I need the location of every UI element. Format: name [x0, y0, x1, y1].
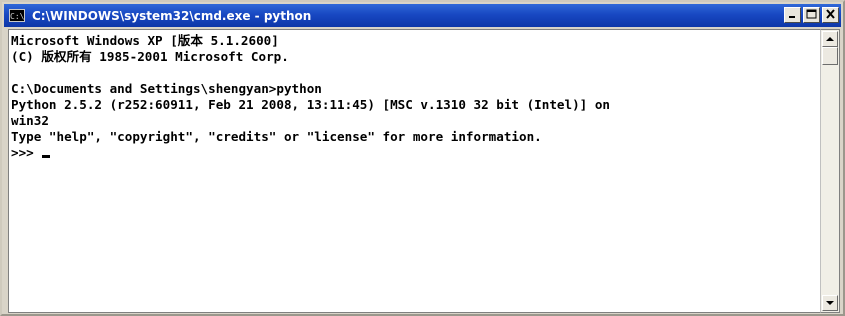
minimize-icon	[789, 16, 795, 18]
console-line: Type "help", "copyright", "credits" or "…	[11, 129, 542, 144]
console-line: Microsoft Windows XP [版本 5.1.2600]	[11, 33, 279, 48]
close-icon	[826, 9, 835, 19]
text-cursor	[42, 155, 51, 158]
window-controls	[784, 7, 839, 23]
window-title: C:\WINDOWS\system32\cmd.exe - python	[32, 8, 312, 23]
cmd-window: C:\ C:\WINDOWS\system32\cmd.exe - python…	[0, 0, 845, 316]
console-line: win32	[11, 113, 49, 128]
console-text: Microsoft Windows XP [版本 5.1.2600] (C) 版权…	[9, 30, 820, 161]
scroll-down-arrow-icon	[826, 301, 834, 305]
console-line: C:\Documents and Settings\shengyan>pytho…	[11, 81, 322, 96]
maximize-icon	[806, 9, 817, 19]
scroll-down-button[interactable]	[822, 295, 838, 311]
vertical-scrollbar[interactable]	[820, 29, 840, 313]
python-prompt: >>>	[11, 145, 42, 160]
console-line: (C) 版权所有 1985-2001 Microsoft Corp.	[11, 49, 289, 64]
cmd-icon[interactable]: C:\	[9, 9, 25, 22]
maximize-button[interactable]	[803, 7, 820, 23]
prompt-line[interactable]: >>>	[11, 145, 820, 161]
console-output[interactable]: Microsoft Windows XP [版本 5.1.2600] (C) 版权…	[8, 29, 820, 313]
close-button[interactable]	[822, 7, 839, 23]
minimize-button[interactable]	[784, 7, 801, 23]
title-bar[interactable]: C:\ C:\WINDOWS\system32\cmd.exe - python	[4, 4, 841, 27]
console-line: Python 2.5.2 (r252:60911, Feb 21 2008, 1…	[11, 97, 610, 112]
scroll-up-arrow-icon	[826, 37, 834, 41]
scroll-up-button[interactable]	[822, 31, 838, 47]
scroll-thumb[interactable]	[822, 47, 838, 65]
